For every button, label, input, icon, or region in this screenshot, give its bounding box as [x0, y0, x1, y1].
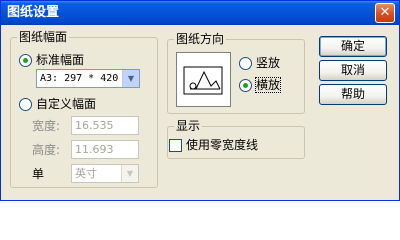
help-button[interactable]: 帮助 — [319, 84, 387, 105]
width-label: 宽度: — [32, 119, 61, 133]
height-value: 11.693 — [75, 143, 114, 156]
width-value: 16.535 — [75, 119, 114, 132]
paper-size-legend: 图纸幅面 — [17, 30, 70, 44]
standard-size-value: A3: 297 * 420 mm — [40, 73, 121, 84]
custom-size-radio[interactable] — [19, 98, 32, 111]
portrait-radio[interactable] — [239, 57, 252, 70]
title-bar[interactable]: 图纸设置 ✕ — [1, 1, 399, 25]
custom-size-label[interactable]: 自定义幅面 — [36, 97, 96, 111]
unit-select[interactable]: 英寸 ▼ — [71, 164, 139, 183]
standard-size-select[interactable]: A3: 297 * 420 mm ▼ — [36, 69, 140, 88]
orientation-preview — [176, 52, 231, 107]
landscape-radio[interactable] — [239, 79, 252, 92]
height-label: 高度: — [32, 143, 61, 157]
orientation-legend: 图纸方向 — [174, 32, 227, 46]
display-legend: 显示 — [174, 119, 203, 133]
close-button[interactable]: ✕ — [375, 3, 395, 23]
standard-size-label[interactable]: 标准幅面 — [36, 53, 84, 67]
portrait-label[interactable]: 竖放 — [256, 56, 280, 70]
landscape-label[interactable]: 横放 — [254, 77, 282, 93]
zero-width-line-label[interactable]: 使用零宽度线 — [186, 138, 258, 152]
landscape-page-icon — [183, 66, 223, 95]
cancel-button[interactable]: 取消 — [319, 60, 387, 81]
zero-width-line-checkbox[interactable] — [169, 139, 182, 152]
paper-settings-dialog: 图纸设置 ✕ 图纸幅面 标准幅面 A3: 297 * 420 mm ▼ 自定义幅… — [0, 0, 400, 201]
height-input[interactable]: 11.693 — [71, 140, 139, 159]
chevron-down-icon[interactable]: ▼ — [122, 70, 139, 87]
unit-label: 单 — [32, 167, 45, 181]
close-icon: ✕ — [379, 5, 391, 20]
dialog-title: 图纸设置 — [7, 5, 60, 20]
ok-button[interactable]: 确定 — [319, 36, 387, 57]
width-input[interactable]: 16.535 — [71, 116, 139, 135]
unit-value: 英寸 — [75, 167, 97, 180]
chevron-down-icon[interactable]: ▼ — [121, 165, 138, 182]
standard-size-radio[interactable] — [19, 54, 32, 67]
